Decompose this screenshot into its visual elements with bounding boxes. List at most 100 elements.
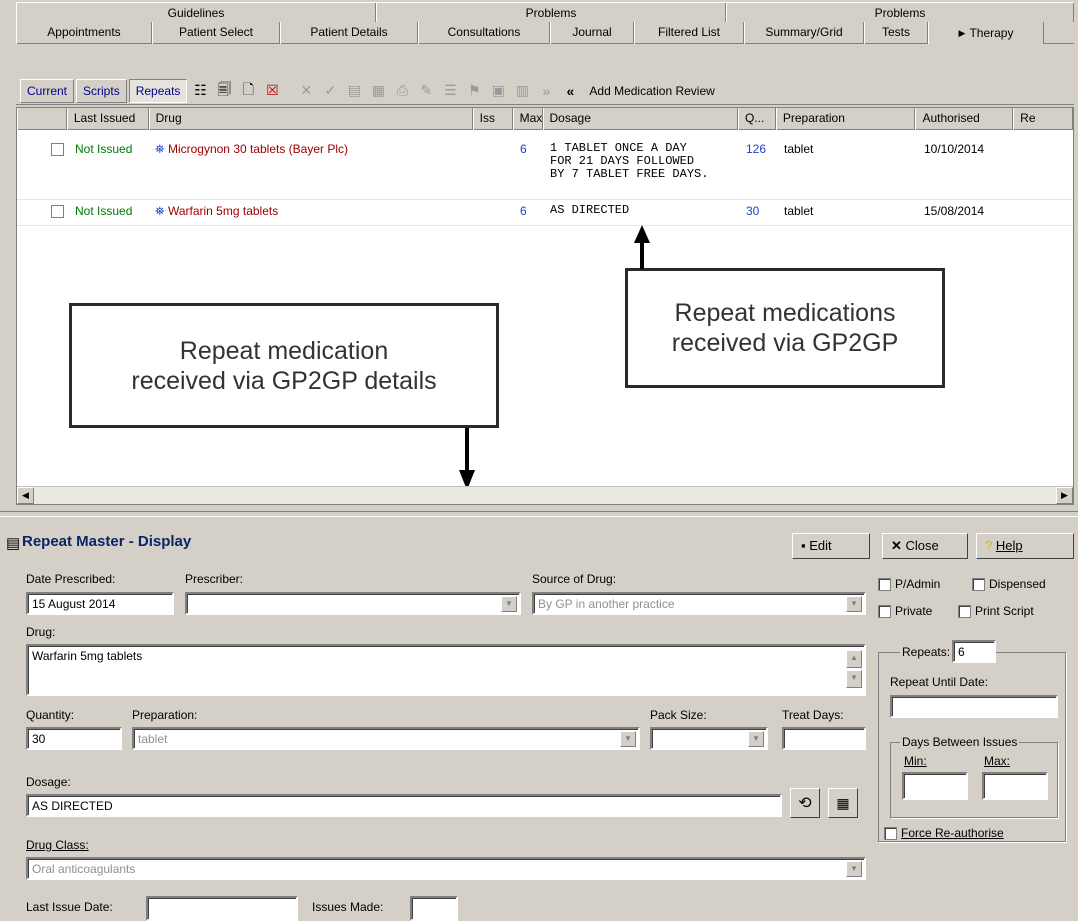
help-icon: ? [985, 538, 993, 553]
review-icon[interactable]: ⚑ [463, 80, 485, 102]
tab-tests[interactable]: Tests [864, 22, 928, 44]
splitter[interactable] [0, 511, 1078, 517]
copy-repeat-icon[interactable]: 🗋 [237, 80, 259, 102]
new-repeat-icon[interactable]: 🗐 [213, 80, 235, 102]
row-last-issued: Not Issued [75, 204, 133, 218]
duplicate-icon[interactable]: ▤ [343, 80, 365, 102]
pharmacy-icon[interactable]: ✎ [415, 80, 437, 102]
more-icon[interactable]: » [535, 80, 557, 102]
grid-header-last-issued[interactable]: Last Issued [66, 108, 149, 130]
grid-header-authorised[interactable]: Authorised [915, 108, 1014, 130]
scroll-up-icon[interactable]: ▲ [846, 650, 862, 668]
source-select[interactable]: By GP in another practice ▼ [532, 592, 866, 615]
table-row[interactable]: Not Issued ⛯ Warfarin 5mg tablets 6 AS D… [17, 204, 1073, 226]
tick-icon[interactable]: ✓ [319, 80, 341, 102]
tab-journal[interactable]: Journal [550, 22, 634, 44]
padmin-checkbox[interactable]: P/Admin [878, 577, 940, 591]
row-checkbox[interactable] [51, 205, 64, 219]
list-icon[interactable]: ☰ [439, 80, 461, 102]
force-reauthorise-checkbox[interactable]: Force Re-authorise [884, 826, 1004, 840]
help-button[interactable]: ? Help [976, 533, 1074, 559]
private-checkbox[interactable]: Private [878, 604, 932, 618]
last-issue-date-field[interactable] [146, 896, 298, 921]
row-iss [474, 142, 514, 199]
tree-view-icon[interactable]: ☷ [189, 80, 211, 102]
row-preparation: tablet [784, 204, 814, 218]
chevron-down-icon[interactable]: ▼ [846, 861, 862, 877]
notes-icon[interactable]: ▣ [487, 80, 509, 102]
drug-class-label: Drug Class: [26, 838, 89, 852]
issues-made-label: Issues Made: [312, 900, 384, 914]
dosage-lookup-button[interactable]: ⟲ [790, 788, 820, 818]
tab-consultations[interactable]: Consultations [418, 22, 550, 44]
row-drug: ⛯ Warfarin 5mg tablets [155, 204, 279, 218]
issues-made-field[interactable] [410, 896, 458, 921]
tab-row-main: Appointments Patient Select Patient Deta… [16, 22, 1074, 44]
tab-filtered-list[interactable]: Filtered List [634, 22, 744, 44]
table-row[interactable]: Not Issued ⛯ Microgynon 30 tablets (Baye… [17, 142, 1073, 200]
printer-icon[interactable]: ⎙ [391, 80, 413, 102]
date-prescribed-field[interactable]: 15 August 2014 [26, 592, 174, 615]
tab-summary-grid[interactable]: Summary/Grid [744, 22, 864, 44]
dosage-label: Dosage: [26, 775, 71, 789]
document-icon[interactable]: ▥ [511, 80, 533, 102]
edit-button[interactable]: ▪ Edit [792, 533, 870, 559]
grid-header-iss[interactable]: Iss [472, 108, 513, 130]
grid-header-preparation[interactable]: Preparation [775, 108, 916, 130]
scroll-left-icon[interactable]: ◀ [17, 487, 34, 504]
repeat-until-field[interactable] [890, 695, 1058, 718]
quantity-field[interactable]: 30 [26, 727, 122, 750]
document-icon: ▤ [6, 535, 21, 552]
treat-days-field[interactable] [782, 727, 866, 750]
tab-patient-details[interactable]: Patient Details [280, 22, 418, 44]
grid-header-review[interactable]: Re [1013, 108, 1073, 130]
row-preparation: tablet [784, 142, 814, 156]
drug-field[interactable]: Warfarin 5mg tablets ▲ ▼ [26, 644, 866, 696]
repeats-button[interactable]: Repeats [128, 78, 188, 103]
print-script-checkbox[interactable]: Print Script [958, 604, 1034, 618]
tab-patient-select[interactable]: Patient Select [152, 22, 280, 44]
calculator-button[interactable]: ▦ [828, 788, 858, 818]
grid-header-dosage[interactable]: Dosage [542, 108, 738, 130]
grid-header-drug[interactable]: Drug [148, 108, 473, 130]
tab-appointments[interactable]: Appointments [16, 22, 152, 44]
scripts-button[interactable]: Scripts [76, 78, 127, 103]
prescriber-select[interactable]: ▼ [185, 592, 521, 615]
chevron-down-icon[interactable]: ▼ [846, 596, 862, 612]
min-field[interactable] [902, 772, 968, 800]
scroll-right-icon[interactable]: ▶ [1056, 487, 1073, 504]
days-between-label: Days Between Issues [900, 735, 1020, 749]
scroll-down-icon[interactable]: ▼ [846, 670, 862, 688]
row-authorised: 15/08/2014 [924, 204, 985, 218]
row-max: 6 [520, 204, 527, 218]
grid-header: Last Issued Drug Iss Max Dosage Q... Pre… [17, 108, 1073, 130]
callout-repeat-details: Repeat medication received via GP2GP det… [69, 303, 499, 428]
pack-size-select[interactable]: ▼ [650, 727, 768, 750]
panel-title: Repeat Master - Display [22, 533, 192, 550]
row-checkbox[interactable] [51, 143, 64, 157]
grid-horizontal-scrollbar[interactable]: ◀ ▶ [17, 486, 1073, 504]
repeats-field[interactable]: 6 [952, 640, 996, 663]
preparation-select[interactable]: tablet ▼ [132, 727, 640, 750]
dosage-field[interactable]: AS DIRECTED [26, 794, 782, 817]
repeats-label: Repeats: [900, 645, 953, 659]
current-button[interactable]: Current [20, 78, 75, 103]
delete-repeat-icon[interactable]: ☒ [261, 80, 283, 102]
prescriber-label: Prescriber: [185, 572, 244, 586]
callout-repeat-gp2gp: Repeat medications received via GP2GP [625, 268, 945, 388]
drug-class-select[interactable]: Oral anticoagulants ▼ [26, 857, 866, 880]
chevron-down-icon[interactable]: ▼ [620, 731, 636, 747]
grid-header-max[interactable]: Max [512, 108, 543, 130]
chevron-down-icon[interactable]: ▼ [748, 731, 764, 747]
calendar-icon[interactable]: ▦ [367, 80, 389, 102]
drug-label: Drug: [26, 625, 56, 639]
tab-therapy[interactable]: ▶ Therapy [928, 22, 1044, 44]
cancel-icon[interactable]: ✕ [295, 80, 317, 102]
grid-header-qty[interactable]: Q... [737, 108, 776, 130]
collapse-icon[interactable]: « [559, 80, 581, 102]
dispensed-checkbox[interactable]: Dispensed [972, 577, 1046, 591]
max-field[interactable] [982, 772, 1048, 800]
close-button[interactable]: ✕ Close [882, 533, 968, 559]
chevron-down-icon[interactable]: ▼ [501, 596, 517, 612]
add-medication-review-button[interactable]: Add Medication Review [583, 84, 720, 98]
